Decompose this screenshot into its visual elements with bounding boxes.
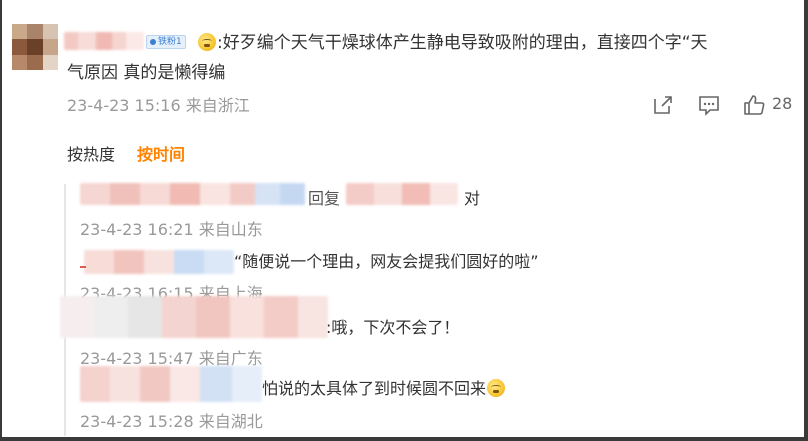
reply-username-redacted[interactable] — [60, 296, 328, 338]
reply-username-redacted[interactable] — [84, 250, 234, 274]
reply-text: 对 — [464, 189, 481, 208]
tab-sort-by-heat[interactable]: 按热度 — [67, 141, 115, 165]
window-frame-right — [804, 0, 808, 441]
share-icon[interactable] — [652, 94, 674, 116]
like-count: 28 — [772, 94, 793, 113]
badge-label: 铁粉1 — [158, 37, 182, 47]
avatar[interactable] — [12, 24, 58, 70]
tab-sort-by-time[interactable]: 按时间 — [137, 141, 185, 165]
fan-level-badge: 铁粉1 — [146, 35, 186, 49]
reply-location: 来自湖北 — [198, 412, 263, 431]
reply-meta: 23-4-23 15:28 来自湖北 — [80, 408, 263, 432]
reply-text-wrap: 怕说的太具体了到时候圆不回来 — [262, 375, 506, 399]
window-frame-bottom — [0, 437, 808, 441]
tired-face-emoji-icon — [198, 33, 216, 51]
badge-dot-icon — [150, 39, 156, 45]
sort-tabs: 按热度 按时间 — [67, 141, 185, 165]
window-frame-left — [0, 0, 2, 441]
reply-timestamp: 23-4-23 16:21 — [80, 220, 194, 239]
reply-text: 怕说的太具体了到时候圆不回来 — [262, 379, 487, 398]
comment-text-line2: 气原因 真的是懒得编 — [67, 63, 226, 83]
reply-username-redacted[interactable] — [80, 183, 305, 205]
reply-username-redacted[interactable] — [80, 366, 262, 402]
red-mark — [80, 266, 86, 268]
comment-body: :好歹编个天气干燥球体产生静电导致吸附的理由，直接四个字“天 气原因 真的是懒得… — [67, 28, 797, 83]
reply-timestamp: 23-4-23 15:28 — [80, 412, 194, 431]
reply-target-redacted[interactable] — [346, 183, 458, 205]
like-icon[interactable] — [743, 94, 765, 116]
username-redacted[interactable] — [64, 32, 144, 50]
reply-meta: 23-4-23 16:21 来自山东 — [80, 216, 263, 240]
reply-location: 来自山东 — [198, 220, 263, 239]
comment-text-line1: :好歹编个天气干燥球体产生静电导致吸附的理由，直接四个字“天 — [217, 33, 708, 53]
reply-word: 回复 — [308, 189, 341, 208]
comment-actions — [0, 92, 808, 118]
reply-text: “随便说一个理由，网友会提我们圆好的啦” — [234, 252, 539, 271]
comment-icon[interactable] — [698, 94, 720, 116]
reply-text: :哦，下次不会了！ — [326, 318, 460, 337]
crying-emoji-icon — [487, 379, 506, 397]
